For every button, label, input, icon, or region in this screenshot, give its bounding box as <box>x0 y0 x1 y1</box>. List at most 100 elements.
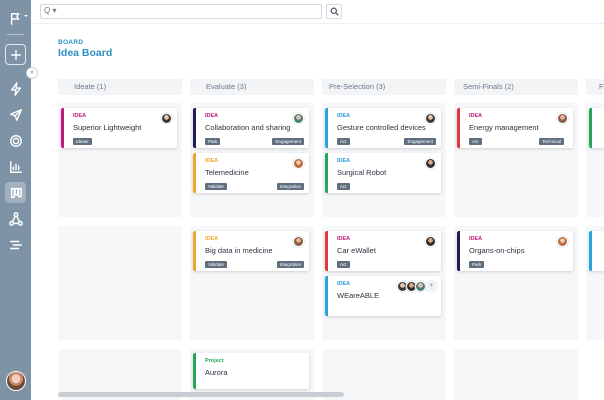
tag-badge[interactable]: Integration <box>276 261 304 268</box>
idea-card[interactable]: IDEA Big data in medicine Validate Integ… <box>193 231 309 271</box>
flag-icon <box>10 12 19 25</box>
sidebar-item-board[interactable] <box>5 182 26 203</box>
tag-badge[interactable]: Engagement <box>404 138 436 145</box>
chevron-down-icon <box>24 15 28 17</box>
column-header-evaluate[interactable]: Evaluate (3) <box>190 79 314 95</box>
card-color-bar <box>325 276 328 316</box>
card-color-bar <box>325 231 328 271</box>
idea-card[interactable] <box>589 108 604 148</box>
tag-badge[interactable]: Act <box>337 183 350 190</box>
card-title: Organs-on-chips <box>469 246 525 255</box>
more-avatars-badge[interactable]: + <box>426 281 437 292</box>
card-title: Car eWallet <box>337 246 376 255</box>
top-bar: Q ▾ <box>31 0 604 24</box>
search-input[interactable] <box>59 6 314 17</box>
sidebar-item-network[interactable] <box>5 208 26 229</box>
idea-card[interactable]: IDEA Telemedicine Validate Integration <box>193 153 309 193</box>
avatar[interactable] <box>557 113 568 124</box>
idea-card[interactable]: IDEA Energy management Act Technical <box>457 108 573 148</box>
tag-badge[interactable]: Park <box>469 261 485 268</box>
card-type: Project <box>205 358 224 364</box>
idea-card[interactable]: IDEA Car eWallet Act <box>325 231 441 271</box>
tag-badge[interactable]: Act <box>337 138 350 145</box>
avatar[interactable] <box>293 236 304 247</box>
column-header-semi-finals[interactable]: Semi-Finals (2) <box>454 79 578 95</box>
card-title: Energy management <box>469 123 539 132</box>
idea-card[interactable]: IDEA Surgical Robot Act <box>325 153 441 193</box>
tag-badge[interactable]: Validate <box>205 183 227 190</box>
tag-badge[interactable]: Ideate <box>73 138 92 145</box>
sidebar-item-reports[interactable] <box>5 156 26 177</box>
tag-badge[interactable]: Engagement <box>272 138 304 145</box>
board-cell <box>454 349 578 400</box>
card-color-bar <box>193 353 196 389</box>
idea-card[interactable]: IDEA Collaboration and sharing Park Enga… <box>193 108 309 148</box>
tag-badge[interactable]: Act <box>469 138 482 145</box>
search-icon <box>330 7 339 16</box>
tag-badge[interactable]: Act <box>337 261 350 268</box>
avatar[interactable] <box>293 113 304 124</box>
card-type: IDEA <box>205 158 219 164</box>
card-color-bar <box>457 231 460 271</box>
sidebar <box>0 0 31 400</box>
search-scope-dropdown[interactable]: Q ▾ <box>44 6 56 15</box>
sidebar-item-timeline[interactable] <box>5 234 26 255</box>
horizontal-scrollbar[interactable] <box>58 392 344 397</box>
tag-badge[interactable]: Validate <box>205 261 227 268</box>
avatar[interactable] <box>415 281 426 292</box>
idea-card[interactable]: IDEA Gesture controlled devices Act Enga… <box>325 108 441 148</box>
send-icon <box>9 108 22 121</box>
card-color-bar <box>325 153 328 193</box>
column-header-finals[interactable]: F <box>586 79 604 95</box>
card-type: IDEA <box>337 113 351 119</box>
search-button[interactable] <box>326 4 342 19</box>
network-icon <box>8 211 23 226</box>
card-type: IDEA <box>205 236 219 242</box>
avatar[interactable] <box>425 158 436 169</box>
sidebar-item-activity[interactable] <box>5 78 26 99</box>
project-card[interactable]: Project Aurora <box>193 353 309 389</box>
add-button[interactable] <box>5 44 26 65</box>
card-color-bar <box>589 231 592 271</box>
sidebar-divider <box>7 34 24 35</box>
card-color-bar <box>193 231 196 271</box>
sidebar-item-campaigns[interactable] <box>5 104 26 125</box>
card-title: Gesture controlled devices <box>337 123 426 132</box>
idea-card[interactable]: IDEA WEareABLE + <box>325 276 441 316</box>
avatar[interactable] <box>293 158 304 169</box>
idea-card[interactable]: IDEA Superior Lightweight Ideate <box>61 108 177 148</box>
board-icon <box>10 187 22 198</box>
avatar[interactable] <box>425 113 436 124</box>
card-color-bar <box>457 108 460 148</box>
app-window: » Q ▾ BOARD Idea Board Ideate (1) Evalua… <box>0 0 604 400</box>
user-avatar[interactable] <box>6 371 26 391</box>
flag-menu-button[interactable] <box>5 8 28 29</box>
avatar[interactable] <box>557 236 568 247</box>
breadcrumb: BOARD <box>58 39 84 46</box>
avatar[interactable] <box>425 236 436 247</box>
card-color-bar <box>193 153 196 193</box>
card-title: Collaboration and sharing <box>205 123 291 132</box>
column-header-pre-selection[interactable]: Pre-Selection (3) <box>322 79 446 95</box>
timeline-icon <box>9 240 22 249</box>
idea-card[interactable] <box>589 231 604 271</box>
card-type: IDEA <box>337 236 351 242</box>
tag-badge[interactable]: Park <box>205 138 221 145</box>
idea-card[interactable]: IDEA Organs-on-chips Park <box>457 231 573 271</box>
card-title: Surgical Robot <box>337 168 387 177</box>
tag-badge[interactable]: Technical <box>539 138 564 145</box>
sidebar-collapse-toggle[interactable]: » <box>26 67 38 79</box>
card-type: IDEA <box>469 236 483 242</box>
card-color-bar <box>193 108 196 148</box>
sidebar-item-targets[interactable] <box>5 130 26 151</box>
card-type: IDEA <box>73 113 87 119</box>
tag-badge[interactable]: Integration <box>276 183 304 190</box>
bolt-icon <box>10 81 21 96</box>
chart-icon <box>9 160 22 173</box>
avatar[interactable] <box>161 113 172 124</box>
card-type: IDEA <box>469 113 483 119</box>
card-type: IDEA <box>205 113 219 119</box>
card-title: Superior Lightweight <box>73 123 142 132</box>
column-header-ideate[interactable]: Ideate (1) <box>58 79 182 95</box>
card-title: Aurora <box>205 368 228 377</box>
